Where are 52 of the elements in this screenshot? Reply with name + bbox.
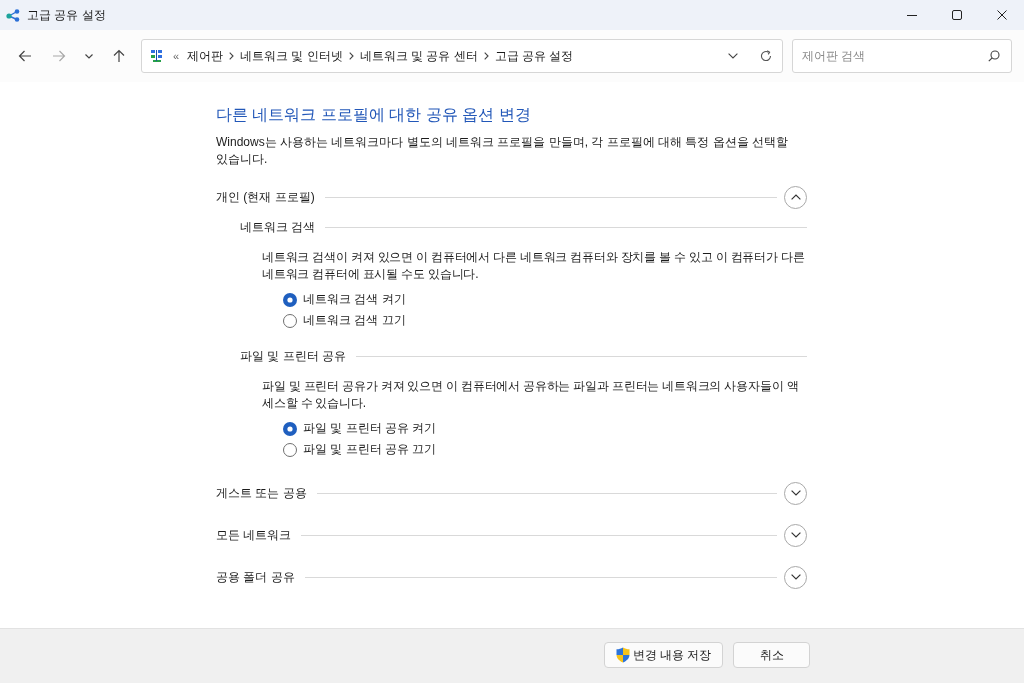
address-bar[interactable]: « 제어판 네트워크 및 인터넷 네트워크 및 공유 센터 고급 공유 설정 [141,39,783,73]
breadcrumb-item[interactable]: 제어판 [187,47,224,65]
search-icon[interactable] [988,50,1000,62]
minimize-icon [906,14,917,16]
shield-icon [615,647,630,663]
maximize-icon [951,10,962,20]
subsection-description: 파일 및 프린터 공유가 켜져 있으면 이 컴퓨터에서 공유하는 파일과 프린터는 네트워크의 사용자들이 액세스할 수 있습니다. [261,378,800,412]
section-title: 개인 (현재 프로필) [216,188,315,206]
subsection-description: 네트워크 검색이 켜져 있으면 이 컴퓨터에서 다른 네트워크 컴퓨터와 장치를 볼 수 있고 이 컴퓨터가 다른 네트워크 컴퓨터에 표시될 수도 있습니다. [261,249,806,283]
network-icon [6,8,20,22]
section-title: 게스트 또는 공용 [216,484,307,502]
overflow-button[interactable]: « [173,50,180,62]
chevron-down-icon[interactable] [728,53,738,59]
breadcrumb-item[interactable]: 고급 공유 설정 [494,47,574,65]
cancel-button[interactable]: 취소 [733,642,810,668]
section-title: 모든 네트워크 [216,526,292,544]
expand-button[interactable] [784,565,807,589]
page-heading: 다른 네트워크 프로필에 대한 공유 옵션 변경 [216,105,532,125]
close-icon [996,10,1007,20]
search-field[interactable]: 제어판 검색 [792,39,1012,73]
breadcrumb-item[interactable]: 네트워크 및 인터넷 [240,47,343,65]
breadcrumb-item[interactable]: 네트워크 및 공유 센터 [359,47,478,65]
collapse-button[interactable] [784,185,807,209]
chevron-right-icon[interactable] [483,52,489,60]
arrow-right-icon [52,50,66,62]
radio-label[interactable]: 네트워크 검색 켜기 [303,291,406,308]
chevron-up-icon [790,194,801,200]
save-button[interactable]: 변경 내용 저장 [604,642,723,668]
chevron-down-icon [85,53,93,59]
expand-button[interactable] [784,481,807,505]
radio-label[interactable]: 파일 및 프린터 공유 켜기 [303,420,437,437]
chevron-right-icon[interactable] [229,52,235,60]
page-description: Windows는 사용하는 네트워크마다 별도의 네트워크 프로필을 만들며, 각 프로필에 대해 특정 옵션을 선택할 있습니다. [216,134,790,168]
chevron-down-icon [790,574,801,580]
refresh-icon[interactable] [760,50,772,62]
radio-button[interactable] [283,421,297,436]
control-panel-icon [150,49,164,63]
chevron-right-icon[interactable] [348,52,354,60]
arrow-up-icon [113,49,125,63]
radio-button[interactable] [283,442,297,457]
arrow-left-icon [18,50,32,62]
radio-label[interactable]: 파일 및 프린터 공유 끄기 [303,441,437,458]
expand-button[interactable] [784,523,807,547]
section-title: 공용 폴더 공유 [216,568,295,586]
radio-label[interactable]: 네트워크 검색 끄기 [303,312,406,329]
radio-button[interactable] [283,292,297,307]
chevron-down-icon [790,490,801,496]
radio-button[interactable] [283,313,297,328]
subsection-title: 파일 및 프린터 공유 [240,347,346,365]
window-title: 고급 공유 설정 [27,6,106,24]
chevron-down-icon [790,532,801,538]
subsection-title: 네트워크 검색 [240,218,316,236]
